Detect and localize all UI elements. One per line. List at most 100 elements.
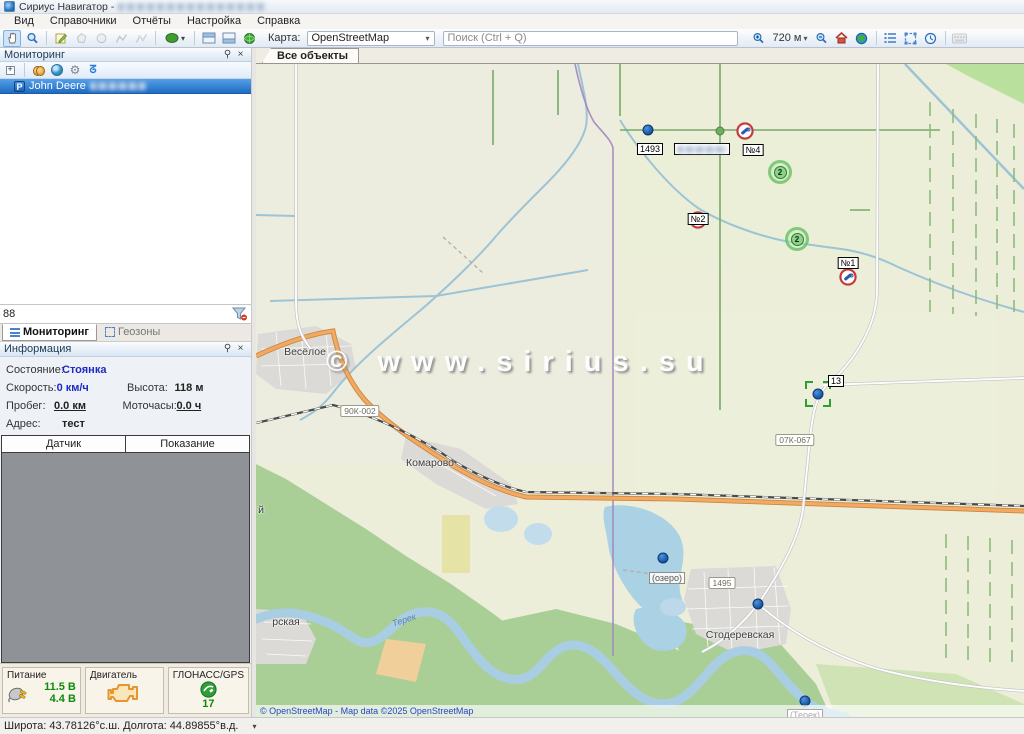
- menu-nastroyka[interactable]: Настройка: [179, 14, 249, 29]
- tab-geozones[interactable]: Геозоны: [97, 324, 168, 341]
- dropdown-caret-icon: ▾: [181, 34, 185, 43]
- vehicle-marker[interactable]: [813, 389, 824, 400]
- geozone-blob-icon: [165, 32, 181, 44]
- dropdown-caret-icon[interactable]: ▾: [252, 722, 256, 731]
- tree-filter-input[interactable]: [3, 308, 232, 320]
- zoom-out-button[interactable]: [813, 30, 831, 47]
- info-row-address: Адрес: тест: [6, 415, 245, 433]
- map-canvas[interactable]: 221493№4№2№113(Терек)ВесёлоеКомаровоСтод…: [256, 64, 1024, 717]
- globe-icon: [855, 32, 868, 45]
- filter-button[interactable]: [232, 307, 248, 321]
- sensors-table-body: [2, 453, 249, 663]
- dropdown-caret-icon: ▾: [425, 34, 429, 43]
- menu-spravochniki[interactable]: Справочники: [42, 14, 125, 29]
- power-gauge: Питание 11.5 В 4.4 В: [2, 667, 81, 714]
- redacted-text: [118, 3, 266, 11]
- hours-value[interactable]: 0.0 ч: [176, 400, 245, 412]
- pan-tool-button[interactable]: [3, 30, 21, 47]
- edit-geozone-button[interactable]: [52, 30, 70, 47]
- globe-3d-button[interactable]: [240, 30, 258, 47]
- objects-list-button[interactable]: [882, 30, 900, 47]
- speed-value: 0 км/ч: [57, 382, 127, 394]
- sensor-column-header[interactable]: Датчик: [2, 436, 126, 452]
- cluster-marker[interactable]: 2: [785, 227, 809, 251]
- tab-all-objects-label: Все объекты: [277, 50, 348, 62]
- globe-button[interactable]: [853, 30, 871, 47]
- tab-geozones-label: Геозоны: [118, 326, 160, 338]
- hours-label: Моточасы:: [122, 400, 176, 412]
- pin-icon[interactable]: ⚲: [221, 49, 234, 61]
- close-icon[interactable]: ×: [234, 49, 247, 61]
- panel-layout-bottom-button[interactable]: [220, 30, 238, 47]
- altitude-value: 118 м: [175, 382, 245, 394]
- engine-gauge-label: Двигатель: [90, 670, 159, 681]
- search-input[interactable]: [443, 31, 738, 46]
- map-provider-select[interactable]: OpenStreetMap ▾: [307, 31, 435, 46]
- route-nodes-icon: [135, 32, 148, 45]
- tab-all-objects[interactable]: Все объекты: [262, 48, 359, 63]
- menu-otchety[interactable]: Отчёты: [125, 14, 179, 29]
- settings-button[interactable]: ⚙: [68, 63, 82, 77]
- value-column-header[interactable]: Показание: [126, 436, 249, 452]
- home-button[interactable]: [833, 30, 851, 47]
- menu-spravka[interactable]: Справка: [249, 14, 308, 29]
- draw-circle-button[interactable]: [92, 30, 110, 47]
- cluster-marker[interactable]: 2: [768, 160, 792, 184]
- monitoring-panel-header: Мониторинг ⚲ ×: [0, 48, 251, 62]
- zoom-in-button[interactable]: [750, 30, 768, 47]
- monitoring-sidebar: Мониторинг ⚲ × ⚙ ᘔ P John Deere: [0, 48, 252, 717]
- magnifier-button[interactable]: [23, 30, 41, 47]
- expand-all-button[interactable]: [3, 63, 17, 77]
- pin-icon[interactable]: ⚲: [221, 343, 234, 355]
- geozone-color-button[interactable]: ▾: [161, 30, 189, 47]
- toolbar-separator: [46, 31, 47, 45]
- geozone-icon: [105, 327, 115, 337]
- sensors-table: Датчик Показание: [1, 435, 250, 664]
- draw-polygon-button[interactable]: [72, 30, 90, 47]
- toolbar: ▾ Карта: OpenStreetMap ▾ 720 м ▾: [0, 29, 1024, 48]
- magnifier-icon: [26, 32, 39, 45]
- toolbar-separator: [194, 31, 195, 45]
- panel-layout-top-button[interactable]: [200, 30, 218, 47]
- binoculars-icon: [33, 66, 45, 74]
- vehicle-marker[interactable]: [753, 599, 764, 610]
- menu-vid[interactable]: Вид: [6, 14, 42, 29]
- keyboard-button[interactable]: [951, 30, 969, 47]
- vehicle-tree: P John Deere: [0, 79, 251, 304]
- info-panel-title: Информация: [4, 343, 71, 355]
- zoom-in-icon: [752, 32, 766, 45]
- no-entry-marker[interactable]: [840, 269, 857, 286]
- statusbar: Широта: 43.78126°с.ш. Долгота: 44.89855°…: [0, 717, 1024, 734]
- gps-gauge: ГЛОНАСС/GPS 17: [168, 667, 249, 714]
- show-on-map-button[interactable]: [50, 63, 64, 77]
- draw-route-button[interactable]: [132, 30, 150, 47]
- history-button[interactable]: [922, 30, 940, 47]
- zoom-scale-select[interactable]: 720 м ▾: [770, 31, 811, 46]
- keyboard-icon: [952, 33, 967, 44]
- tab-monitoring[interactable]: Мониторинг: [2, 324, 97, 341]
- mileage-value[interactable]: 0.0 км: [54, 400, 123, 412]
- speed-label: Скорость:: [6, 382, 57, 394]
- no-entry-marker[interactable]: [737, 123, 754, 140]
- gauges-panel: Питание 11.5 В 4.4 В Двигатель ГЛОНАСС/G…: [0, 663, 251, 717]
- home-icon: [835, 32, 848, 44]
- draw-polyline-button[interactable]: [112, 30, 130, 47]
- power-voltage-main: 11.5 В: [31, 681, 76, 693]
- state-label: Состояние:: [6, 364, 62, 376]
- vehicle-marker[interactable]: [643, 125, 654, 136]
- vehicle-name: John Deere: [29, 80, 86, 92]
- close-icon[interactable]: ×: [234, 343, 247, 355]
- route-icon: ᘔ: [89, 65, 96, 76]
- globe-3d-icon: [243, 32, 256, 45]
- vehicle-marker[interactable]: [658, 553, 669, 564]
- track-button[interactable]: ᘔ: [86, 63, 100, 77]
- no-entry-marker[interactable]: [690, 212, 707, 229]
- map-area: Все объекты: [256, 48, 1024, 717]
- info-panel-header: Информация ⚲ ×: [0, 342, 251, 357]
- vehicle-tree-item[interactable]: P John Deere: [0, 79, 251, 94]
- expand-all-icon: [6, 66, 15, 75]
- find-vehicle-button[interactable]: [32, 63, 46, 77]
- tree-toolbar: ⚙ ᘔ: [0, 62, 251, 79]
- fit-selection-button[interactable]: [902, 30, 920, 47]
- vehicle-marker[interactable]: [716, 127, 725, 136]
